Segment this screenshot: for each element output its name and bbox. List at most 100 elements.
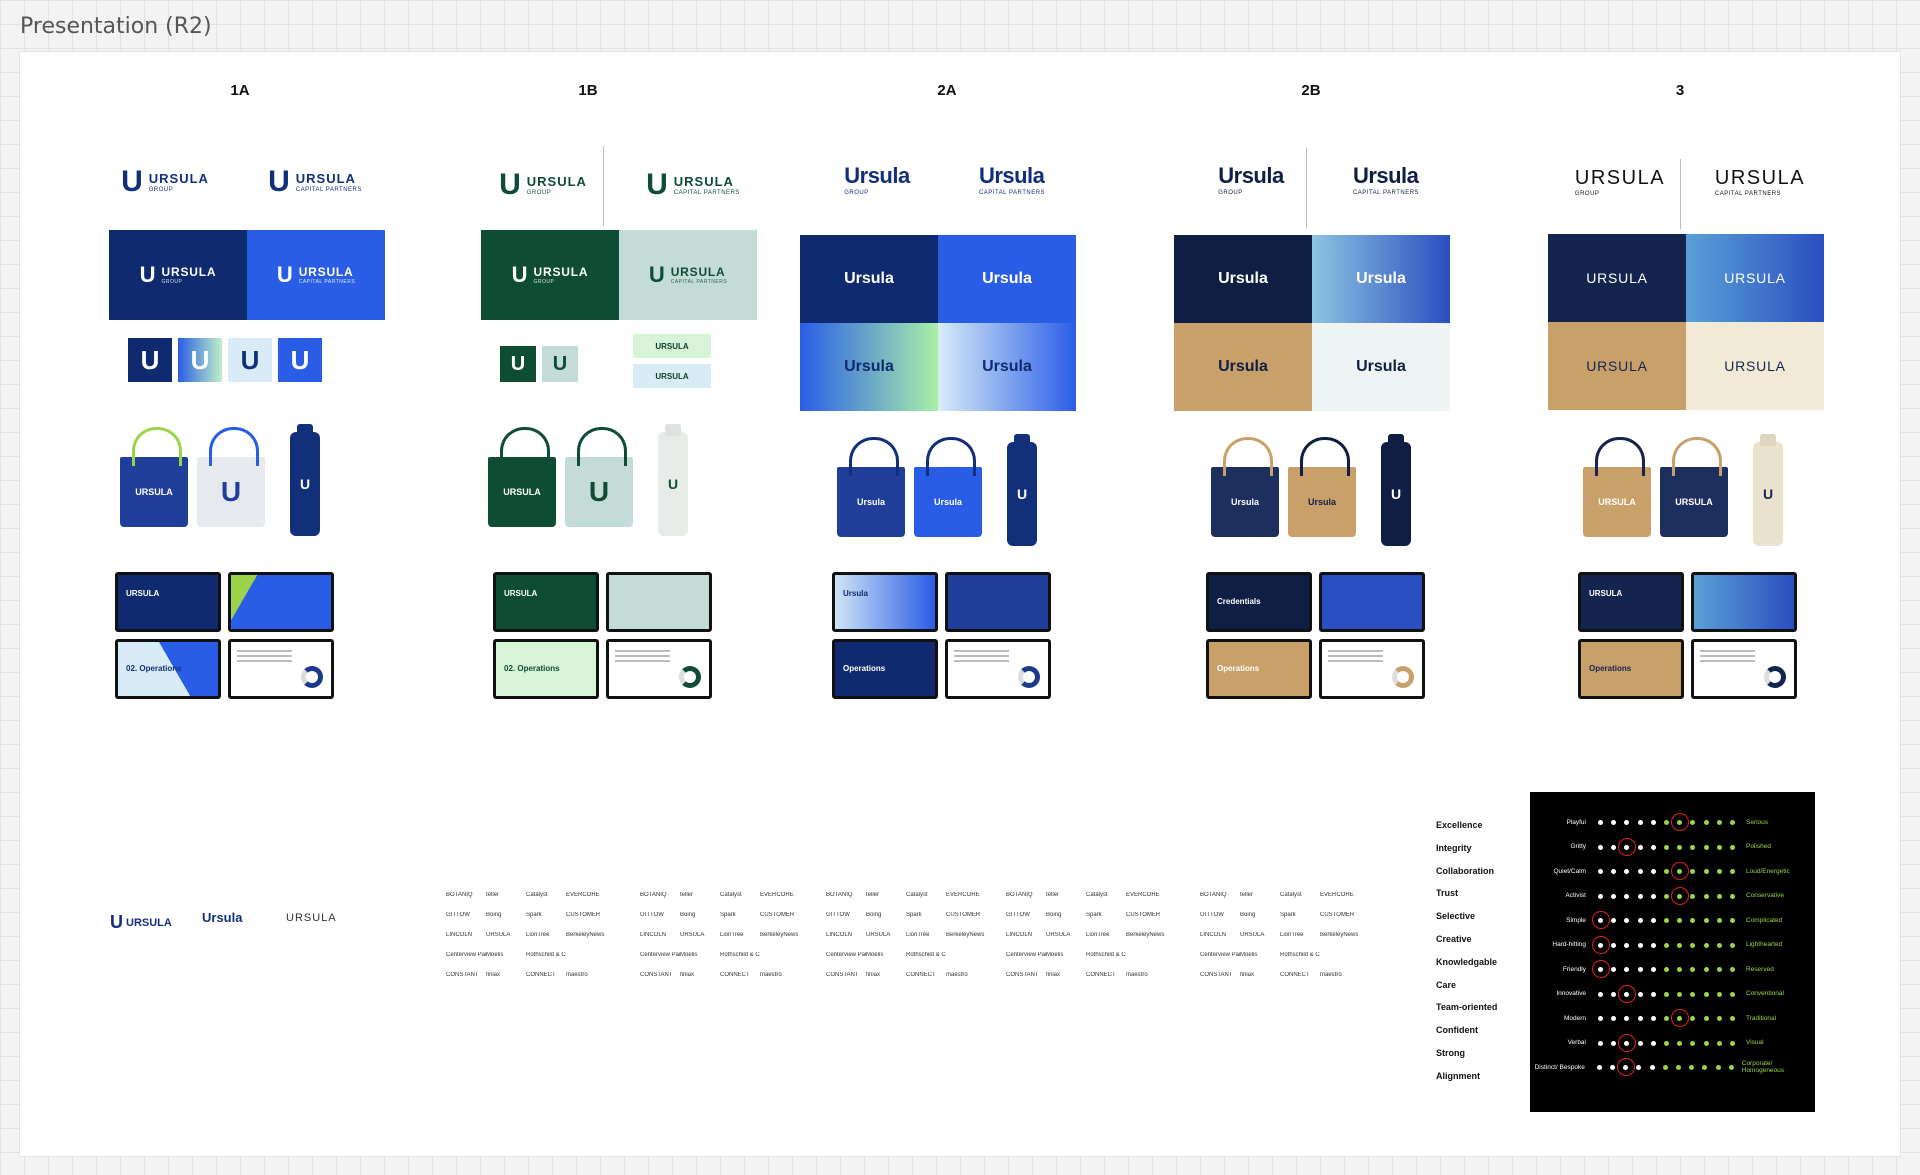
partner-logo: Rothschild & Co	[1086, 952, 1126, 958]
lockup-partners: Ursula CAPITAL PARTNERS	[937, 144, 1087, 214]
partner-logo: CONNECT	[906, 972, 936, 978]
partner-logo: CUSTOMER	[1320, 912, 1355, 918]
tile-text: Ursula	[844, 270, 894, 287]
bottle: U	[1753, 434, 1783, 546]
value-item: Excellence	[1436, 820, 1483, 830]
partner-grid-2b: BOTANIQ teller Catalyst EVERCORE GITTOW Boing…	[826, 892, 986, 978]
lockup-partners: Ursula CAPITAL PARTNERS	[1311, 144, 1461, 214]
partner-logo: CUSTOMER	[760, 912, 795, 918]
slide-set: Credentials Operations	[1206, 572, 1426, 702]
scale-dot	[1689, 1065, 1695, 1070]
bag-text: Ursula	[933, 497, 962, 507]
scale-dot	[1730, 820, 1735, 825]
partner-logo: Boing	[680, 912, 696, 918]
partner-logo: LionTree	[720, 932, 744, 938]
partner-logo: Catalyst	[720, 892, 742, 898]
value-item: Creative	[1436, 933, 1472, 944]
tile-gold: URSULA	[1548, 322, 1686, 410]
scale-dot	[1650, 820, 1656, 825]
u-mark-icon: U	[268, 165, 290, 198]
tote-bag: Ursula	[1288, 437, 1356, 537]
partner-logo: Moelis	[486, 952, 504, 958]
concept-2a[interactable]: 2A Ursula GROUP Ursula CAPITAL PARTNERS Ur…	[800, 52, 1102, 772]
scale-dot	[1716, 942, 1722, 948]
partner-grid-2a: BOTANIQ teller Catalyst EVERCORE GITTOW Boing…	[640, 892, 800, 978]
scale-dot	[1611, 942, 1617, 948]
partner-logo: BerkeleyNews	[1320, 932, 1359, 938]
scale-dot	[1730, 991, 1735, 997]
scale-right-label: Visual	[1746, 1039, 1764, 1046]
partner-logo: Catalyst	[526, 892, 548, 898]
concept-2b[interactable]: 2B Ursula GROUP Ursula CAPITAL PARTNERS Ur…	[1174, 52, 1476, 772]
slide-text: URSULA	[126, 589, 160, 598]
logo-text: URSULA	[526, 174, 587, 189]
scale-left-label: Simple	[1566, 916, 1586, 924]
scale-dot	[1598, 869, 1603, 874]
scale-dot	[1637, 967, 1643, 972]
partner-logo: Spark	[526, 912, 542, 918]
bag-text: URSULA	[503, 487, 541, 497]
scale-marker	[1670, 862, 1689, 880]
partner-logo: BerkeleyNews	[760, 932, 799, 938]
scale-dot	[1703, 820, 1709, 825]
concept-3[interactable]: 3 URSULA GROUP URSULA CAPITAL PARTNERS URS…	[1548, 52, 1850, 772]
lockup-group: Ursula GROUP	[1176, 144, 1326, 214]
slide-chart	[606, 639, 712, 699]
partner-logo: GITTOW	[1200, 912, 1224, 918]
scale-left-label: Modern	[1563, 1014, 1586, 1022]
logo-sub: CAPITAL PARTNERS	[295, 187, 362, 193]
slide-text: Operations	[843, 664, 886, 673]
scale-dot	[1730, 1016, 1735, 1021]
partner-logo	[946, 952, 986, 958]
frame-title[interactable]: Presentation (R2)	[20, 14, 212, 39]
brand-tiles: Ursula Ursula Ursula Ursula	[1174, 235, 1450, 411]
scale-row: Modern Traditional	[1530, 1006, 1815, 1030]
slide-chart	[945, 639, 1051, 699]
scale-dot	[1664, 820, 1669, 825]
concept-1a[interactable]: 1A U URSULA GROUP U URSULA CAPITAL PARTNER…	[90, 52, 390, 772]
tile-text: URSULA	[1586, 270, 1648, 286]
partner-logo: Rothschild & Co	[526, 952, 566, 958]
scale-dot	[1598, 820, 1603, 825]
logo-sub: CAPITAL PARTNERS	[1352, 189, 1420, 196]
scale-dot	[1624, 893, 1630, 899]
footer-logo-a: U URSULA	[110, 912, 172, 933]
tote-bag: URSULA	[1583, 437, 1651, 537]
slide-section: Operations	[1206, 639, 1312, 699]
scale-dot	[1690, 1016, 1696, 1021]
merch: URSULA U U	[483, 424, 733, 547]
scale-dot	[1730, 918, 1735, 923]
scale-dots	[1592, 1031, 1740, 1055]
partner-logo: LionTree	[1086, 932, 1110, 938]
partner-logo: Boing	[866, 912, 882, 918]
logo-text: Ursula	[1218, 162, 1284, 188]
scale-dot	[1730, 869, 1735, 874]
partner-logo: teller	[866, 892, 880, 898]
partner-logo	[1320, 952, 1360, 958]
scale-dot	[1637, 820, 1643, 825]
slide-cover: URSULA	[115, 572, 221, 632]
concept-1b[interactable]: 1B U URSULA GROUP U URSULA CAPITAL PARTNER…	[468, 52, 768, 772]
scale-right-label: Corporate/ Homogeneous	[1741, 1060, 1785, 1074]
partner-logo: Boing	[1046, 912, 1062, 918]
scale-marker	[1617, 1033, 1636, 1052]
scale-dot	[1598, 1016, 1603, 1021]
scale-dot	[1690, 820, 1696, 825]
partner-logo: Centerview Partners	[1200, 952, 1240, 958]
u-mark-icon: U	[276, 262, 293, 287]
partner-logo: Spark	[1280, 912, 1296, 918]
divider	[603, 146, 604, 226]
value-item: Team-oriented	[1436, 1002, 1498, 1013]
scale-right-label: Complicated	[1746, 916, 1783, 924]
scale-dot	[1611, 918, 1617, 923]
scale-dot	[1690, 844, 1696, 850]
u-mark-icon: U	[228, 338, 272, 382]
scale-dot	[1730, 942, 1735, 948]
value-item: Integrity	[1436, 842, 1472, 853]
scale-dot	[1703, 967, 1709, 972]
bag-text: Ursula	[856, 497, 885, 507]
scale-dot	[1702, 1065, 1708, 1070]
logo-sub: GROUP	[1574, 191, 1600, 197]
tile-text: Ursula	[982, 270, 1032, 287]
scale-dot	[1676, 1065, 1682, 1070]
